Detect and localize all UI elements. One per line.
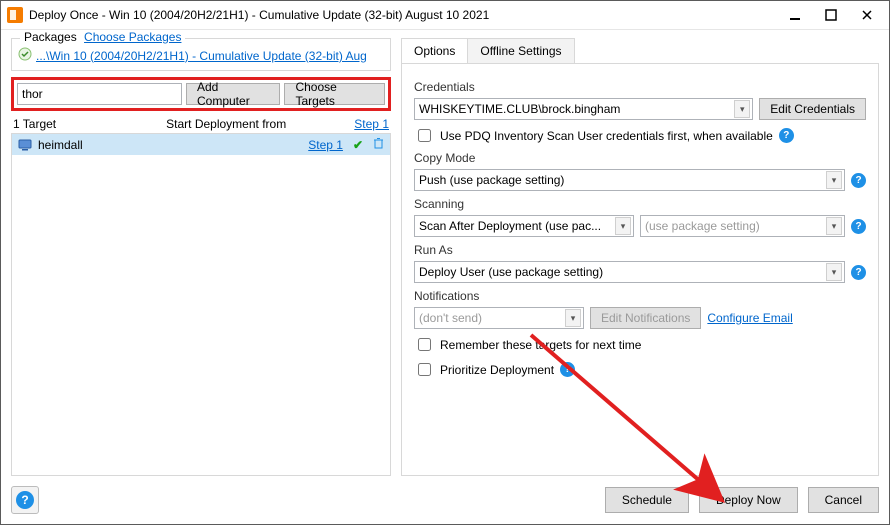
- target-row[interactable]: heimdall Step 1 ✔: [12, 134, 390, 155]
- chevron-down-icon[interactable]: ▾: [734, 100, 750, 118]
- close-button[interactable]: [849, 4, 885, 26]
- window-title: Deploy Once - Win 10 (2004/20H2/21H1) - …: [29, 8, 777, 22]
- computer-icon: [18, 139, 32, 151]
- targets-header: 1 Target Start Deployment from Step 1: [11, 115, 391, 133]
- edit-notifications-button: Edit Notifications: [590, 307, 701, 329]
- options-panel: Credentials WHISKEYTIME.CLUB\brock.bingh…: [401, 64, 879, 476]
- header-step-link[interactable]: Step 1: [354, 117, 389, 131]
- titlebar: Deploy Once - Win 10 (2004/20H2/21H1) - …: [1, 1, 889, 29]
- copy-mode-label: Copy Mode: [414, 151, 866, 165]
- copy-mode-combo[interactable]: Push (use package setting) ▾: [414, 169, 845, 191]
- help-icon[interactable]: ?: [560, 362, 575, 377]
- deploy-now-button[interactable]: Deploy Now: [699, 487, 798, 513]
- help-button[interactable]: ?: [11, 486, 39, 514]
- chevron-down-icon: ▾: [826, 217, 842, 235]
- computer-name-input[interactable]: [17, 83, 182, 105]
- targets-list: heimdall Step 1 ✔: [11, 133, 391, 476]
- packages-legend: Packages: [24, 30, 77, 44]
- chevron-down-icon: ▾: [565, 309, 581, 327]
- package-icon: [18, 47, 32, 64]
- help-icon[interactable]: ?: [779, 128, 794, 143]
- credentials-label: Credentials: [414, 80, 866, 94]
- use-pdq-label: Use PDQ Inventory Scan User credentials …: [440, 129, 773, 143]
- notifications-label: Notifications: [414, 289, 866, 303]
- remember-targets-label: Remember these targets for next time: [440, 338, 641, 352]
- package-link[interactable]: ...\Win 10 (2004/20H2/21H1) - Cumulative…: [36, 49, 367, 63]
- remember-targets-checkbox[interactable]: [418, 338, 431, 351]
- check-icon: ✔: [353, 138, 363, 152]
- chevron-down-icon[interactable]: ▾: [826, 171, 842, 189]
- schedule-button[interactable]: Schedule: [605, 487, 689, 513]
- edit-credentials-button[interactable]: Edit Credentials: [759, 98, 866, 120]
- maximize-button[interactable]: [813, 4, 849, 26]
- target-count: 1 Target: [13, 117, 56, 131]
- notifications-combo: (don't send) ▾: [414, 307, 584, 329]
- bottom-bar: ? Schedule Deploy Now Cancel: [11, 476, 879, 514]
- packages-group: Packages Choose Packages ...\Win 10 (200…: [11, 38, 391, 71]
- use-pdq-checkbox[interactable]: [418, 129, 431, 142]
- help-icon[interactable]: ?: [851, 173, 866, 188]
- chevron-down-icon[interactable]: ▾: [826, 263, 842, 281]
- scanning-label: Scanning: [414, 197, 866, 211]
- app-icon: [7, 7, 23, 23]
- cancel-button[interactable]: Cancel: [808, 487, 879, 513]
- prioritize-checkbox[interactable]: [418, 363, 431, 376]
- scanning-combo[interactable]: Scan After Deployment (use pac... ▾: [414, 215, 634, 237]
- configure-email-link[interactable]: Configure Email: [707, 311, 792, 325]
- runas-label: Run As: [414, 243, 866, 257]
- help-icon[interactable]: ?: [851, 219, 866, 234]
- target-name: heimdall: [38, 138, 83, 152]
- target-step-link[interactable]: Step 1: [308, 138, 343, 152]
- target-entry-highlight: Add Computer Choose Targets: [11, 77, 391, 111]
- tab-strip: Options Offline Settings: [401, 38, 879, 64]
- add-computer-button[interactable]: Add Computer: [186, 83, 280, 105]
- minimize-button[interactable]: [777, 4, 813, 26]
- tab-options[interactable]: Options: [401, 38, 468, 63]
- tab-offline-settings[interactable]: Offline Settings: [467, 38, 574, 63]
- chevron-down-icon[interactable]: ▾: [615, 217, 631, 235]
- scanning-secondary-combo: (use package setting) ▾: [640, 215, 845, 237]
- delete-target-icon[interactable]: [373, 137, 384, 152]
- choose-packages-link[interactable]: Choose Packages: [84, 30, 181, 44]
- help-icon[interactable]: ?: [851, 265, 866, 280]
- prioritize-label: Prioritize Deployment: [440, 363, 554, 377]
- start-from-label: Start Deployment from: [56, 117, 354, 131]
- credentials-combo[interactable]: WHISKEYTIME.CLUB\brock.bingham ▾: [414, 98, 753, 120]
- choose-targets-button[interactable]: Choose Targets: [284, 83, 385, 105]
- runas-combo[interactable]: Deploy User (use package setting) ▾: [414, 261, 845, 283]
- deploy-window: Deploy Once - Win 10 (2004/20H2/21H1) - …: [0, 0, 890, 525]
